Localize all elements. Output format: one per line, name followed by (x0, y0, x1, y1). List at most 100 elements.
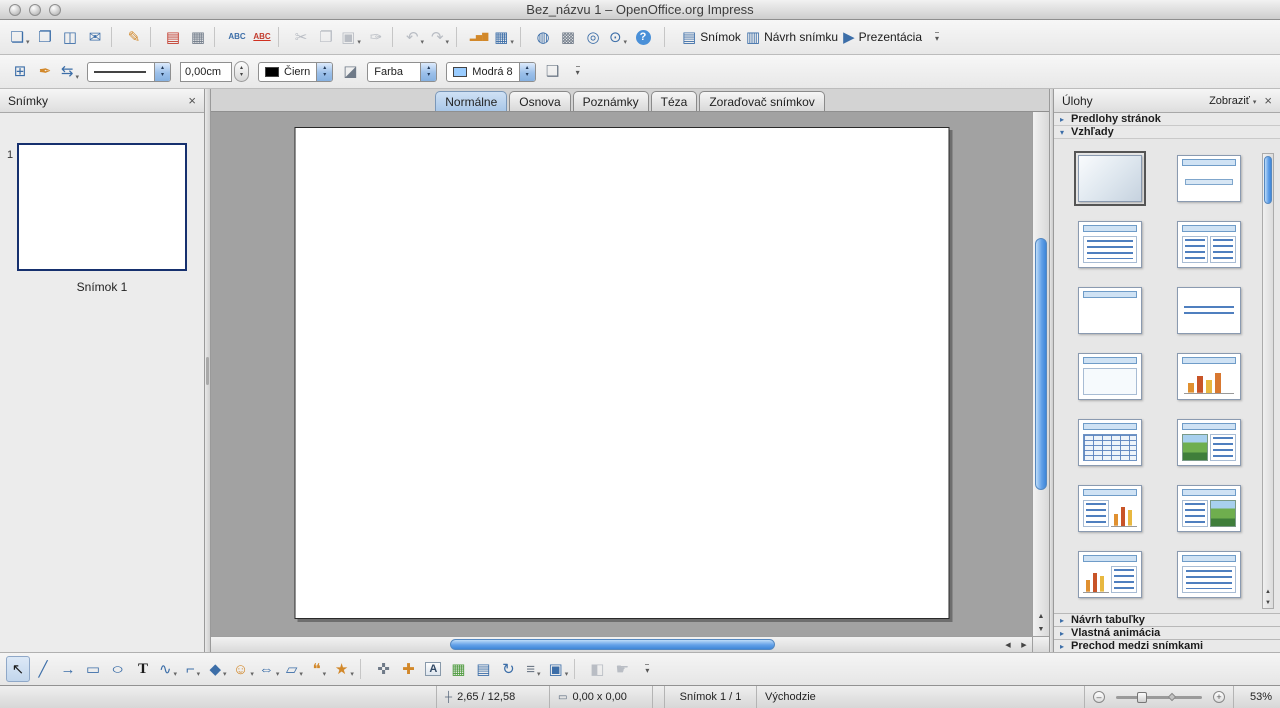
layout-centered-text[interactable] (1177, 287, 1241, 334)
tasks-view-menu[interactable]: Zobraziť (1209, 95, 1256, 107)
save-icon[interactable]: ◫ (58, 24, 82, 50)
status-cell-zoom-percent[interactable]: 53% (1234, 686, 1280, 708)
cut-icon[interactable]: ✂ (289, 24, 313, 50)
tab-teza[interactable]: Téza (651, 91, 698, 111)
styles-icon[interactable]: ⊞ (8, 59, 32, 85)
interaction-icon[interactable]: ☛ (610, 656, 634, 682)
line-color-select[interactable]: Čiern (258, 62, 333, 82)
layout-title-content-frame[interactable] (1078, 353, 1142, 400)
alignment-icon[interactable]: ≡ ▾ (521, 656, 545, 682)
export-pdf-icon[interactable]: ▤ (161, 24, 185, 50)
vertical-scrollbar-thumb[interactable] (1035, 238, 1047, 490)
toolbar-separator[interactable] (392, 27, 399, 47)
text-tool[interactable]: T (131, 656, 155, 682)
scroll-up-button[interactable] (1033, 610, 1049, 623)
gallery-icon[interactable]: ▤ (471, 656, 495, 682)
help-icon[interactable]: ? (631, 24, 655, 50)
symbol-shapes-tool[interactable]: ☺ ▾ (231, 656, 256, 682)
line-tool[interactable]: ╱ (31, 656, 55, 682)
zoom-window-button[interactable] (49, 4, 61, 16)
layout-title-text-chart[interactable] (1078, 485, 1142, 532)
tab-normalne[interactable]: Normálne (435, 91, 507, 111)
toolbar-separator[interactable] (456, 27, 463, 47)
section-prechod-medzi-snimkami[interactable]: ▸ Prechod medzi snímkami (1054, 639, 1280, 652)
horizontal-scrollbar[interactable] (211, 637, 1032, 652)
ellipse-tool[interactable]: ○ (106, 656, 130, 682)
edit-file-icon[interactable]: ✎ (122, 24, 146, 50)
tab-poznamky[interactable]: Poznámky (573, 91, 649, 111)
toolbar-separator[interactable] (214, 27, 221, 47)
layout-title-text-clipart[interactable] (1177, 485, 1241, 532)
toolbar-separator[interactable] (111, 27, 118, 47)
vertical-scrollbar[interactable] (1032, 112, 1049, 636)
layout-title-only[interactable] (1078, 287, 1142, 334)
close-button[interactable] (9, 4, 21, 16)
flowchart-tool[interactable]: ▱ ▾ (282, 656, 306, 682)
slide-design-button[interactable]: ▥ Návrh snímku (744, 24, 840, 50)
zoom-slider[interactable] (1116, 696, 1202, 699)
scroll-up-button[interactable] (1263, 586, 1273, 597)
scroll-down-button[interactable] (1263, 597, 1273, 608)
spellcheck-icon[interactable]: ABC (225, 24, 249, 50)
toolbar-overflow-button[interactable]: ▾ (925, 24, 949, 50)
callouts-tool[interactable]: ❝ ▾ (307, 656, 331, 682)
block-arrows-tool[interactable]: ⇔ ▾ (257, 656, 282, 682)
layout-title-spreadsheet[interactable] (1078, 419, 1142, 466)
toolbar-separator[interactable] (520, 27, 527, 47)
open-icon[interactable]: ❐ (33, 24, 57, 50)
layouts-scrollbar-thumb[interactable] (1264, 156, 1272, 204)
zoom-icon[interactable]: ⊙ ▾ (606, 24, 630, 50)
new-document-icon[interactable]: ❏ ▾ (8, 24, 32, 50)
layout-title-two-content[interactable] (1177, 221, 1241, 268)
stars-tool[interactable]: ★ ▾ (332, 656, 356, 682)
arrange-icon[interactable]: ▣ ▾ (546, 656, 570, 682)
hyperlink-icon[interactable]: ◍ (531, 24, 555, 50)
copy-icon[interactable]: ❐ (314, 24, 338, 50)
line-width-spinner[interactable] (234, 61, 249, 82)
toolbar-separator[interactable] (664, 27, 671, 47)
email-icon[interactable]: ✉ (83, 24, 107, 50)
format-paintbrush-icon[interactable]: ✑ (364, 24, 388, 50)
insert-picture-icon[interactable]: ▦ (446, 656, 470, 682)
zoom-slider-thumb[interactable] (1137, 692, 1147, 703)
fill-type-select[interactable]: Farba (367, 62, 437, 82)
section-navrh-tabulky[interactable]: ▸ Návrh tabuľky (1054, 613, 1280, 626)
presentation-button[interactable]: ▶ Prezentácia (841, 24, 924, 50)
navigator-icon[interactable]: ◎ (581, 24, 605, 50)
tasks-panel-close-button[interactable]: × (1264, 93, 1272, 108)
chart-icon[interactable]: ▂▅▇ (467, 24, 491, 50)
fill-color-select[interactable]: Modrá 8 (446, 62, 535, 82)
layout-blank[interactable] (1078, 155, 1142, 202)
zoom-in-button[interactable] (1213, 691, 1225, 703)
layouts-scrollbar[interactable] (1262, 153, 1274, 609)
layout-title-clipart-text[interactable] (1177, 419, 1241, 466)
layout-title-content-2[interactable] (1177, 551, 1241, 598)
tab-zoradovac-snimkov[interactable]: Zoraďovač snímkov (699, 91, 824, 111)
arrow-tool[interactable]: → (56, 656, 80, 682)
tab-osnova[interactable]: Osnova (509, 91, 570, 111)
basic-shapes-tool[interactable]: ◆ ▾ (206, 656, 230, 682)
rotate-tool[interactable]: ↻ (496, 656, 520, 682)
line-style-stepper[interactable] (154, 63, 170, 81)
minimize-button[interactable] (29, 4, 41, 16)
layout-title-chart[interactable] (1177, 353, 1241, 400)
fill-color-stepper[interactable] (519, 63, 535, 81)
toolbar-separator[interactable] (360, 659, 367, 679)
slide-thumbnail[interactable] (17, 143, 187, 271)
scroll-right-button[interactable] (1016, 638, 1032, 651)
layout-title-content[interactable] (1078, 221, 1142, 268)
toolbar-separator[interactable] (574, 659, 581, 679)
glue-points-tool[interactable]: ✚ (396, 656, 420, 682)
table-icon[interactable]: ▦ ▾ (492, 24, 516, 50)
toolbar-separator[interactable] (150, 27, 157, 47)
paste-icon[interactable]: ▣ ▾ (339, 24, 363, 50)
layout-title-chart-text[interactable] (1078, 551, 1142, 598)
line-style-select[interactable] (87, 62, 171, 82)
layout-title-slide[interactable] (1177, 155, 1241, 202)
scroll-down-button[interactable] (1033, 623, 1049, 636)
line-width-input[interactable]: 0,00cm (180, 62, 232, 82)
horizontal-scrollbar-thumb[interactable] (450, 639, 775, 650)
fill-type-stepper[interactable] (420, 63, 436, 81)
toolbar-separator[interactable] (278, 27, 285, 47)
arrow-style-icon[interactable]: ⇆▾ (58, 59, 82, 85)
